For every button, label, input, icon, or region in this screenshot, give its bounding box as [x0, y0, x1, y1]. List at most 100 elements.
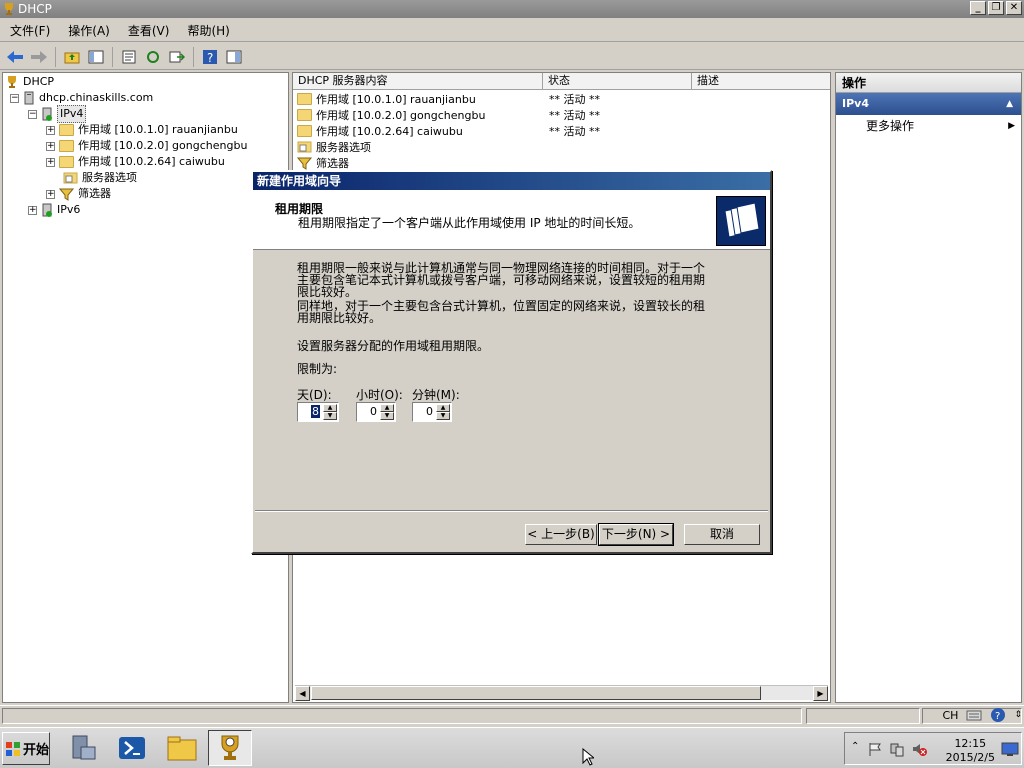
collapse-up-icon[interactable]: ▲ [1006, 93, 1013, 115]
list-row[interactable]: 服务器选项 [297, 139, 371, 155]
clock-date: 2015/2/5 [945, 751, 995, 764]
actions-section-ipv4[interactable]: IPv4 ▲ [836, 93, 1021, 115]
scroll-left-icon[interactable]: ◀ [295, 686, 310, 701]
scroll-thumb[interactable] [311, 686, 761, 700]
language-bar-options-icon[interactable]: ⇕ [1014, 710, 1022, 720]
show-desktop-icon[interactable] [1001, 741, 1019, 757]
help-icon[interactable]: ? [199, 46, 221, 68]
cancel-button[interactable]: 取消 [684, 524, 760, 545]
tree-item-scope[interactable]: + 作用域 [10.0.2.0] gongchengbu [46, 138, 247, 154]
menu-help[interactable]: 帮助(H) [181, 22, 235, 39]
up-folder-icon[interactable] [61, 46, 83, 68]
row-name: 筛选器 [316, 157, 349, 170]
volume-muted-icon[interactable] [911, 741, 927, 757]
expand-icon[interactable]: + [46, 125, 55, 135]
minimize-button[interactable]: _ [970, 1, 986, 15]
powershell-taskbar-icon[interactable] [110, 730, 154, 766]
back-arrow-icon[interactable] [4, 46, 26, 68]
column-header-name[interactable]: DHCP 服务器内容 [293, 73, 543, 90]
tree-label: IPv4 [57, 105, 87, 123]
properties-icon[interactable] [118, 46, 140, 68]
ipv4-server-icon [42, 107, 52, 121]
tree-item-filters[interactable]: + 筛选器 [46, 186, 111, 202]
filter-icon [59, 188, 74, 201]
ime-help-icon[interactable]: ? [990, 707, 1006, 723]
column-header-description[interactable]: 描述 [692, 73, 830, 90]
refresh-icon[interactable] [142, 46, 164, 68]
tree-item-scope[interactable]: + 作用域 [10.0.1.0] rauanjianbu [46, 122, 238, 138]
expand-icon[interactable]: + [46, 141, 55, 151]
spin-up-icon[interactable]: ▲ [436, 404, 450, 412]
keyboard-icon[interactable] [966, 708, 982, 722]
tree-item-server-options[interactable]: 服务器选项 [63, 170, 137, 186]
tree-label: 服务器选项 [82, 171, 137, 184]
next-button[interactable]: 下一步(N) > [598, 523, 674, 546]
spin-down-icon[interactable]: ▼ [380, 412, 394, 420]
folder-icon [59, 156, 74, 168]
menu-action[interactable]: 操作(A) [62, 22, 116, 39]
show-hide-tree-icon[interactable] [85, 46, 107, 68]
description-text: 主要包含笔记本式计算机或拨号客户端，可移动网络来说，设置较短的租用期 [297, 273, 706, 287]
clock[interactable]: 12:15 2015/2/5 [946, 737, 995, 765]
tree-item-scope[interactable]: + 作用域 [10.0.2.64] caiwubu [46, 154, 225, 170]
column-header-status[interactable]: 状态 [543, 73, 692, 90]
spin-down-icon[interactable]: ▼ [323, 412, 337, 420]
folder-icon [59, 140, 74, 152]
days-spinner[interactable]: 8 ▲ ▼ [297, 402, 339, 422]
tree-item-dhcp[interactable]: DHCP [5, 74, 54, 90]
spin-up-icon[interactable]: ▲ [380, 404, 394, 412]
action-center-flag-icon[interactable] [867, 741, 883, 757]
minutes-value: 0 [426, 405, 433, 418]
expand-icon[interactable]: + [46, 157, 55, 167]
explorer-taskbar-icon[interactable] [160, 730, 204, 766]
window-title: DHCP [18, 2, 52, 16]
tree-item-ipv6[interactable]: + IPv6 [28, 202, 80, 218]
list-row[interactable]: 筛选器 [297, 155, 349, 171]
server-manager-taskbar-icon[interactable] [60, 730, 104, 766]
actions-header: 操作 [836, 73, 1021, 93]
network-icon[interactable] [889, 741, 905, 757]
menu-file[interactable]: 文件(F) [4, 22, 56, 39]
spin-down-icon[interactable]: ▼ [436, 412, 450, 420]
collapse-icon[interactable]: − [10, 93, 19, 103]
action-pane-icon[interactable] [223, 46, 245, 68]
dhcp-taskbar-icon[interactable] [208, 730, 252, 766]
row-status: ** 活动 ** [549, 109, 600, 122]
list-row[interactable]: 作用域 [10.0.2.64] caiwubu ** 活动 ** [297, 123, 600, 139]
folder-icon [297, 109, 312, 121]
close-button[interactable]: ✕ [1006, 1, 1022, 15]
hours-spinner[interactable]: 0 ▲ ▼ [356, 402, 396, 422]
list-row[interactable]: 作用域 [10.0.2.0] gongchengbu ** 活动 ** [297, 107, 600, 123]
start-button[interactable]: 开始 [2, 732, 50, 765]
folder-icon [59, 124, 74, 136]
expand-icon[interactable]: + [28, 205, 37, 215]
minutes-spinner[interactable]: 0 ▲ ▼ [412, 402, 452, 422]
export-list-icon[interactable] [166, 46, 188, 68]
folder-icon [297, 93, 312, 105]
spin-up-icon[interactable]: ▲ [323, 404, 337, 412]
scroll-right-icon[interactable]: ▶ [813, 686, 828, 701]
tree-item-server[interactable]: − dhcp.chinaskills.com [10, 90, 153, 106]
mouse-cursor-icon [582, 748, 594, 766]
tree-item-ipv4[interactable]: − IPv4 [28, 105, 87, 123]
ime-indicator[interactable]: CH [943, 709, 959, 722]
days-value: 8 [311, 405, 320, 418]
expand-icon[interactable]: + [46, 189, 55, 199]
forward-arrow-icon[interactable] [28, 46, 50, 68]
horizontal-scrollbar[interactable]: ◀ ▶ [295, 685, 828, 701]
menu-view[interactable]: 查看(V) [122, 22, 176, 39]
filter-icon [297, 157, 312, 170]
restore-button[interactable]: ❐ [988, 1, 1004, 15]
wizard-folders-icon [716, 196, 766, 246]
list-row[interactable]: 作用域 [10.0.1.0] rauanjianbu ** 活动 ** [297, 91, 600, 107]
actions-pane: 操作 IPv4 ▲ 更多操作 ▶ [835, 72, 1022, 703]
more-actions-item[interactable]: 更多操作 ▶ [836, 115, 1021, 137]
clock-time: 12:15 [954, 737, 987, 750]
show-hidden-icons-icon[interactable]: ⌃ [851, 741, 859, 752]
toolbar: ? [0, 44, 1024, 70]
back-button[interactable]: < 上一步(B) [525, 524, 597, 545]
minutes-label: 分钟(M): [412, 388, 460, 402]
collapse-icon[interactable]: − [28, 109, 37, 119]
title-bar: DHCP _ ❐ ✕ [0, 0, 1024, 18]
row-name: 作用域 [10.0.1.0] rauanjianbu [316, 93, 476, 106]
